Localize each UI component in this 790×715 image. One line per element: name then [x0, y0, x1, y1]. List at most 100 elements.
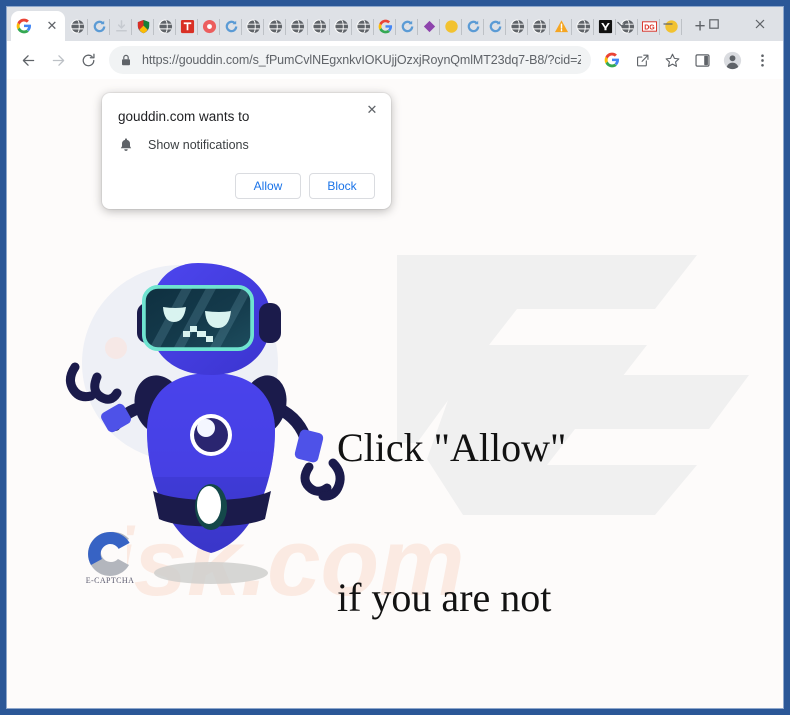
side-panel-icon — [694, 53, 710, 67]
pinned-tab[interactable] — [264, 11, 286, 41]
side-panel-button[interactable] — [687, 45, 717, 75]
window-controls — [599, 7, 783, 41]
permission-row: Show notifications — [118, 137, 375, 153]
pinned-tab[interactable] — [462, 11, 484, 41]
pinned-tab-list: DG — [66, 11, 682, 41]
warning-icon — [554, 19, 569, 34]
back-button[interactable] — [13, 45, 43, 75]
profile-avatar-icon — [723, 51, 741, 69]
download-icon — [114, 19, 129, 34]
minimize-icon — [663, 23, 673, 25]
chevron-down-icon — [617, 21, 627, 28]
pinned-tab[interactable] — [506, 11, 528, 41]
pinned-tab[interactable] — [572, 11, 594, 41]
diamond-purple-icon — [422, 19, 437, 34]
globe-icon — [245, 18, 261, 34]
page-viewport: isk.com E-CAPTCHA Click "Allow" if you a… — [7, 79, 783, 708]
three-dot-menu-icon — [760, 53, 764, 67]
tab-search-button[interactable] — [599, 7, 645, 41]
headline-line-1: Click "Allow" — [337, 425, 567, 470]
profile-button[interactable] — [717, 45, 747, 75]
maximize-icon — [709, 19, 719, 29]
pinned-tab[interactable] — [374, 11, 396, 41]
refresh-icon — [400, 19, 415, 34]
pinned-tab[interactable] — [352, 11, 374, 41]
globe-icon — [355, 18, 371, 34]
close-icon — [755, 19, 765, 29]
pinned-tab[interactable] — [88, 11, 110, 41]
pinned-tab[interactable] — [418, 11, 440, 41]
tab-strip: DG + — [7, 7, 783, 41]
pinned-tab[interactable] — [198, 11, 220, 41]
pinned-tab[interactable] — [66, 11, 88, 41]
pinned-tab[interactable] — [176, 11, 198, 41]
active-tab[interactable] — [11, 11, 65, 41]
page-headline: Click "Allow" if you are not a robot — [337, 323, 566, 708]
refresh-icon — [224, 19, 239, 34]
pinned-tab[interactable] — [330, 11, 352, 41]
allow-button[interactable]: Allow — [235, 173, 301, 199]
pinned-tab[interactable] — [154, 11, 176, 41]
pinned-tab[interactable] — [220, 11, 242, 41]
browser-window: DG + — [6, 6, 784, 709]
menu-button[interactable] — [747, 45, 777, 75]
globe-icon — [69, 18, 85, 34]
notification-permission-dialog: ✕ gouddin.com wants to Show notification… — [102, 93, 391, 209]
reload-button[interactable] — [73, 45, 103, 75]
pinned-tab[interactable] — [308, 11, 330, 41]
dialog-title: gouddin.com wants to — [118, 109, 250, 124]
headline-line-2: if you are not — [337, 575, 552, 620]
lock-icon — [119, 53, 133, 67]
globe-icon — [267, 18, 283, 34]
pinned-tab[interactable] — [484, 11, 506, 41]
close-button[interactable] — [737, 7, 783, 41]
bookmark-star-icon — [665, 53, 679, 67]
pinned-tab[interactable] — [550, 11, 572, 41]
circle-yellow-icon — [444, 19, 459, 34]
permission-label: Show notifications — [148, 138, 249, 152]
google-lens-button[interactable] — [597, 45, 627, 75]
forward-arrow-icon — [52, 54, 64, 66]
bookmark-button[interactable] — [657, 45, 687, 75]
dialog-close-button[interactable]: ✕ — [363, 101, 381, 119]
ecaptcha-logo-icon — [88, 531, 130, 576]
pinned-tab[interactable] — [132, 11, 154, 41]
minimize-button[interactable] — [645, 7, 691, 41]
refresh-icon — [466, 19, 481, 34]
google-icon — [378, 19, 393, 34]
pinned-tab[interactable] — [528, 11, 550, 41]
globe-icon — [531, 18, 547, 34]
globe-icon — [575, 18, 591, 34]
share-icon — [636, 54, 648, 66]
globe-icon — [311, 18, 327, 34]
globe-icon — [157, 18, 173, 34]
ecaptcha-logo-label: E-CAPTCHA — [85, 576, 135, 585]
forward-button[interactable] — [43, 45, 73, 75]
globe-icon — [509, 18, 525, 34]
address-bar[interactable]: https://gouddin.com/s_fPumCvlNEgxnkvIOKU… — [109, 46, 591, 74]
share-button[interactable] — [627, 45, 657, 75]
pinned-tab[interactable] — [396, 11, 418, 41]
maximize-button[interactable] — [691, 7, 737, 41]
refresh-icon — [92, 19, 107, 34]
google-lens-icon — [604, 52, 619, 68]
pinned-tab[interactable] — [440, 11, 462, 41]
reload-icon — [82, 53, 95, 66]
tab-close-button[interactable] — [45, 19, 59, 33]
record-red-icon — [202, 19, 217, 34]
t-red-icon — [180, 19, 195, 34]
globe-icon — [289, 18, 305, 34]
pinned-tab[interactable] — [242, 11, 264, 41]
pinned-tab[interactable] — [110, 11, 132, 41]
bell-icon — [118, 137, 134, 153]
dialog-actions: Allow Block — [118, 173, 375, 199]
globe-icon — [333, 18, 349, 34]
google-icon — [16, 18, 32, 34]
pinned-tab[interactable] — [286, 11, 308, 41]
block-button[interactable]: Block — [309, 173, 375, 199]
url-text: https://gouddin.com/s_fPumCvlNEgxnkvIOKU… — [142, 53, 581, 67]
shield-icon — [136, 19, 151, 34]
back-arrow-icon — [22, 54, 34, 66]
browser-toolbar: https://gouddin.com/s_fPumCvlNEgxnkvIOKU… — [7, 41, 783, 79]
refresh-icon — [488, 19, 503, 34]
